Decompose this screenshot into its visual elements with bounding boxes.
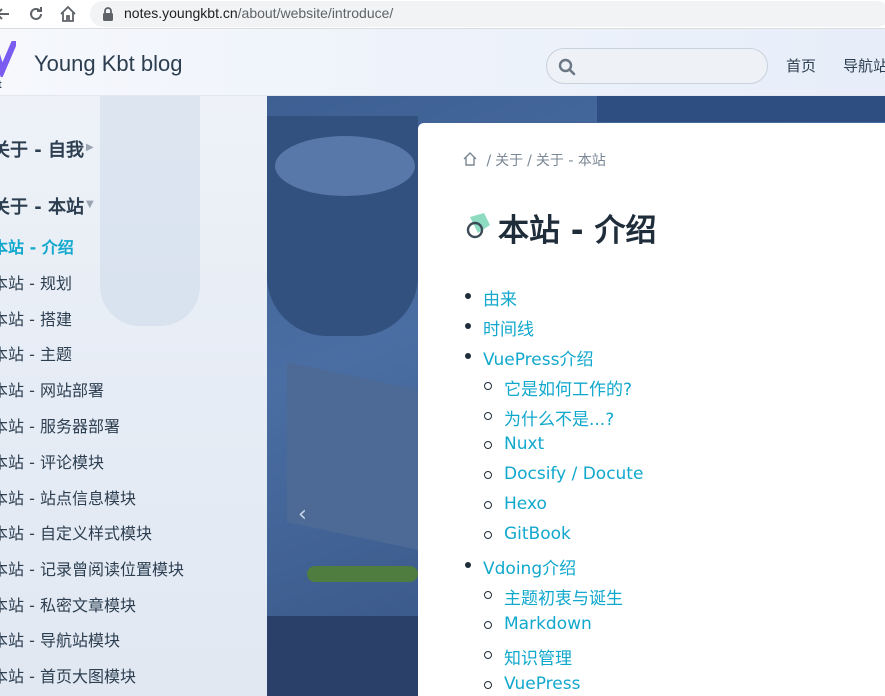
- sidebar-item-plan[interactable]: 本站 - 规划: [0, 270, 72, 294]
- toc-link-knowledge-management[interactable]: 知识管理: [504, 644, 572, 669]
- back-arrow-icon[interactable]: [0, 7, 10, 21]
- sidebar-item-site-deploy[interactable]: 本站 - 网站部署: [0, 377, 104, 401]
- toc-link-timeline[interactable]: 时间线: [483, 315, 534, 340]
- article-title-icon: [466, 213, 490, 239]
- toc-sub-bullet: [484, 382, 492, 390]
- url-text: notes.youngkbt.cn/about/website/introduc…: [124, 5, 394, 21]
- search-icon: [558, 58, 576, 76]
- toc-bullet: [465, 323, 471, 329]
- sidebar-item-private-article-module[interactable]: 本站 - 私密文章模块: [0, 592, 136, 616]
- nav-link-home[interactable]: 首页: [786, 55, 816, 76]
- site-navbar: kbt Young Kbt blog 首页 导航站: [0, 29, 885, 96]
- browser-chrome: notes.youngkbt.cn/about/website/introduc…: [0, 0, 885, 29]
- toc-sub-bullet: [484, 471, 492, 479]
- search-box[interactable]: [546, 48, 768, 84]
- toc-sub-bullet: [484, 591, 492, 599]
- toc-link-gitbook[interactable]: GitBook: [504, 524, 571, 544]
- lock-icon: [103, 7, 113, 21]
- content-card: / 关于 / 关于 - 本站 本站 - 介绍 由来 时间线 VuePress介绍 它是…: [418, 123, 885, 696]
- toc-link-markdown[interactable]: Markdown: [504, 614, 592, 634]
- sidebar: 关于 - 自我 ▶ 关于 - 本站 ▼ 本站 - 介绍 本站 - 规划 本站 -…: [0, 96, 267, 696]
- page-title: 本站 - 介绍: [498, 213, 657, 249]
- sidebar-item-read-position-module[interactable]: 本站 - 记录曾阅读位置模块: [0, 556, 184, 580]
- carousel-prev-icon[interactable]: ‹: [298, 502, 307, 527]
- background-art-desk: [267, 616, 418, 696]
- breadcrumb-separator: /: [486, 153, 492, 169]
- toc-sub-bullet: [484, 681, 492, 689]
- search-input[interactable]: [583, 55, 759, 77]
- sidebar-item-introduce[interactable]: 本站 - 介绍: [0, 234, 74, 258]
- sidebar-item-server-deploy[interactable]: 本站 - 服务器部署: [0, 413, 120, 437]
- site-logo[interactable]: kbt: [0, 41, 18, 91]
- logo-text: kbt: [0, 79, 2, 91]
- toc-link-docsify[interactable]: Docsify / Docute: [504, 464, 643, 484]
- breadcrumb-link-about-site[interactable]: 关于 - 本站: [536, 153, 606, 169]
- sidebar-item-home-banner-module[interactable]: 本站 - 首页大图模块: [0, 663, 136, 687]
- toc-link-how-it-works[interactable]: 它是如何工作的?: [504, 375, 632, 400]
- sidebar-item-build[interactable]: 本站 - 搭建: [0, 306, 72, 330]
- toc-link-why-not[interactable]: 为什么不是...?: [504, 405, 614, 430]
- collapsed-arrow-icon: ▶: [86, 142, 94, 153]
- toc-link-vdoing-intro[interactable]: Vdoing介绍: [483, 554, 576, 579]
- address-bar[interactable]: notes.youngkbt.cn/about/website/introduc…: [90, 1, 885, 27]
- toc-link-hexo[interactable]: Hexo: [504, 494, 547, 514]
- nav-link-navigation[interactable]: 导航站: [843, 55, 885, 76]
- toc-sub-bullet: [484, 441, 492, 449]
- sidebar-group-about-me[interactable]: 关于 - 自我: [0, 136, 84, 162]
- toc-link-vuepress-intro[interactable]: VuePress介绍: [483, 345, 593, 370]
- toc-bullet: [465, 353, 471, 359]
- toc-sub-bullet: [484, 621, 492, 629]
- sidebar-group-about-site[interactable]: 关于 - 本站: [0, 193, 84, 219]
- sidebar-item-nav-site-module[interactable]: 本站 - 导航站模块: [0, 627, 120, 651]
- home-browser-icon[interactable]: [59, 5, 77, 23]
- site-name[interactable]: Young Kbt blog: [34, 51, 182, 77]
- toc-link-vuepress[interactable]: VuePress: [504, 674, 580, 694]
- breadcrumb: / 关于 / 关于 - 本站: [462, 150, 606, 170]
- toc-link-origin[interactable]: 由来: [483, 285, 517, 310]
- sidebar-item-comment-module[interactable]: 本站 - 评论模块: [0, 449, 104, 473]
- sidebar-item-theme[interactable]: 本站 - 主题: [0, 341, 72, 365]
- breadcrumb-link-about[interactable]: 关于: [495, 153, 523, 169]
- logo-v-icon: [0, 41, 16, 77]
- breadcrumb-separator: /: [527, 153, 532, 169]
- toc-sub-bullet: [484, 531, 492, 539]
- toc-sub-bullet: [484, 501, 492, 509]
- toc-link-theme-origin[interactable]: 主题初衷与诞生: [504, 584, 623, 609]
- toc-bullet: [465, 562, 471, 568]
- toc-bullet: [465, 293, 471, 299]
- background-art-cup-rim: [275, 136, 415, 196]
- toc-sub-bullet: [484, 412, 492, 420]
- background-art-top-band: [597, 96, 885, 122]
- sidebar-background-art: [100, 96, 200, 326]
- sidebar-item-site-info-module[interactable]: 本站 - 站点信息模块: [0, 485, 136, 509]
- background-art-pen: [307, 566, 418, 582]
- home-icon[interactable]: [462, 151, 478, 167]
- reload-icon[interactable]: [28, 6, 44, 22]
- expanded-arrow-icon: ▼: [86, 199, 94, 210]
- toc-sub-bullet: [484, 651, 492, 659]
- sidebar-item-custom-style-module[interactable]: 本站 - 自定义样式模块: [0, 520, 152, 544]
- toc-link-nuxt[interactable]: Nuxt: [504, 434, 544, 454]
